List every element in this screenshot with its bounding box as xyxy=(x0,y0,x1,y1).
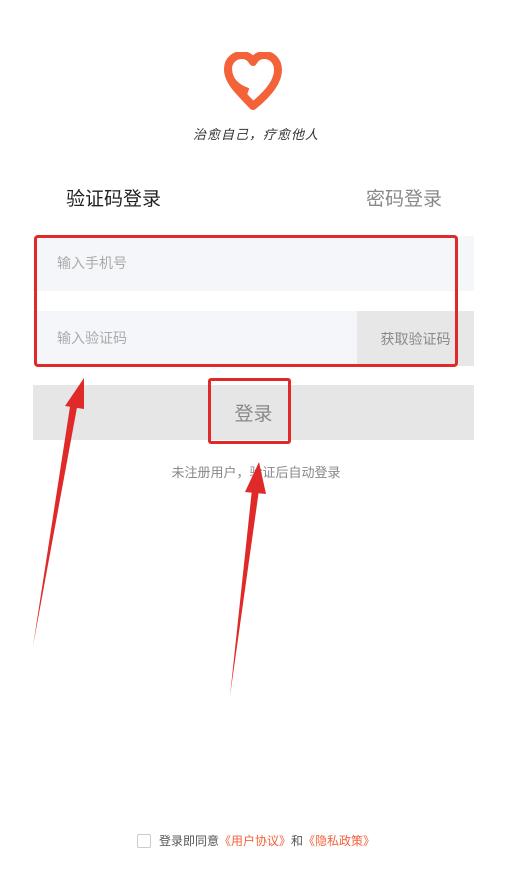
arrow-to-login xyxy=(230,462,266,696)
get-code-button[interactable]: 获取验证码 xyxy=(357,311,474,366)
privacy-policy-link[interactable]: 《隐私政策》 xyxy=(303,834,375,848)
tab-password-login[interactable]: 密码登录 xyxy=(366,184,442,211)
tab-sms-login[interactable]: 验证码登录 xyxy=(66,184,161,211)
phone-field xyxy=(33,236,474,291)
heart-logo-icon xyxy=(224,52,282,110)
code-input[interactable] xyxy=(33,311,337,366)
user-agreement-link[interactable]: 《用户协议》 xyxy=(219,834,291,848)
phone-input[interactable] xyxy=(33,236,337,291)
slogan: 治愈自己，疗愈他人 xyxy=(192,128,319,143)
agree-and: 和 xyxy=(291,834,304,848)
auto-register-hint: 未注册用户，验证后自动登录 xyxy=(171,466,341,481)
agreement-row: 登录即同意《用户协议》和《隐私政策》 xyxy=(0,832,512,849)
agree-checkbox[interactable] xyxy=(136,834,151,848)
code-field: 获取验证码 xyxy=(33,311,474,366)
agree-prefix: 登录即同意 xyxy=(158,834,219,848)
login-button[interactable]: 登录 xyxy=(33,385,474,440)
